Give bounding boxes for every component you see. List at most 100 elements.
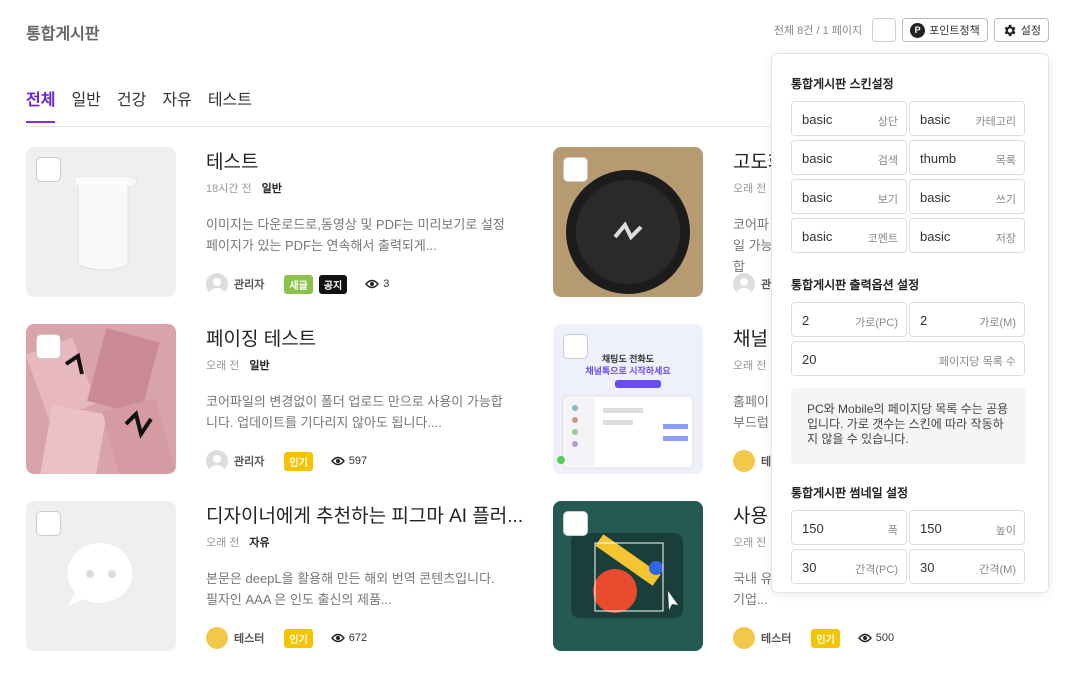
skin-save-field[interactable]: basic 저장 <box>909 218 1025 253</box>
skin-comment-field[interactable]: basic 코멘트 <box>791 218 907 253</box>
post-category: 일반 <box>249 360 270 372</box>
skin-list-field[interactable]: thumb 목록 <box>909 140 1025 175</box>
post-footer: 관리자 새글 공지 3 <box>206 273 389 295</box>
post-time: 오래 전 <box>206 537 240 549</box>
output-settings-title: 통합게시판 출력옵션 설정 <box>791 278 920 292</box>
eye-icon <box>330 633 345 643</box>
post-count: 전체 8건 / 1 페이지 <box>773 25 863 37</box>
post-excerpt: 홈페이 부드럽 <box>733 394 769 430</box>
post-time: 오래 전 <box>733 537 767 549</box>
post-thumbnail[interactable] <box>553 501 703 651</box>
eye-icon <box>330 456 345 466</box>
post-meta: 18시간 전 일반 <box>206 180 282 196</box>
post-category: 자유 <box>249 537 270 549</box>
post-thumbnail[interactable] <box>26 501 176 651</box>
avatar <box>206 627 228 649</box>
post-meta: 오래 전 자유 <box>206 534 270 550</box>
post-thumbnail[interactable] <box>26 147 176 297</box>
post-time: 18시간 전 <box>206 183 252 195</box>
post-title[interactable]: 채널 <box>733 324 768 351</box>
tab-general[interactable]: 일반 <box>71 86 100 122</box>
gear-icon <box>1004 24 1016 36</box>
point-icon: P <box>910 22 926 38</box>
board-page: 통합게시판 전체 8건 / 1 페이지 P 포인트정책 설정 전체 일반 건강 … <box>0 0 1075 679</box>
thumb-height-field[interactable]: 150 높이 <box>909 510 1025 545</box>
post-category: 일반 <box>261 183 282 195</box>
page-title: 통합게시판 <box>26 26 100 43</box>
hot-badge: 인기 <box>284 628 313 648</box>
post-meta: 오래 전 <box>733 357 766 373</box>
columns-mobile-field[interactable]: 2 가로(M) <box>909 302 1025 337</box>
post-title[interactable]: 테스트 <box>206 147 258 174</box>
post-checkbox[interactable] <box>36 334 61 359</box>
post-title[interactable]: 디자이너에게 추천하는 피그마 AI 플러... <box>206 501 523 528</box>
notice-badge: 공지 <box>318 274 348 294</box>
settings-panel: 통합게시판 스킨설정 basic 상단 basic 카테고리 basic 검색 thu… <box>771 53 1049 593</box>
post-time: 오래 전 <box>206 360 240 372</box>
post-thumbnail[interactable] <box>26 324 176 474</box>
avatar <box>206 450 228 472</box>
gap-mobile-field[interactable]: 30 간격(M) <box>909 549 1025 584</box>
post-author: 테 <box>761 456 772 468</box>
tab-health[interactable]: 건강 <box>117 86 146 122</box>
post-title[interactable]: 페이징 테스트 <box>206 324 316 351</box>
settings-button[interactable]: 설정 <box>993 18 1049 42</box>
post-thumbnail[interactable] <box>553 147 703 297</box>
skin-write-field[interactable]: basic 쓰기 <box>909 179 1025 214</box>
post-checkbox[interactable] <box>563 511 588 536</box>
skin-search-field[interactable]: basic 검색 <box>791 140 907 175</box>
post-meta: 오래 전 <box>733 180 766 196</box>
eye-icon <box>365 279 380 289</box>
post-card[interactable]: 디자이너에게 추천하는 피그마 AI 플러... 오래 전 자유 본문은 deep… <box>26 501 526 651</box>
post-checkbox[interactable] <box>563 334 588 359</box>
post-author: 테스터 <box>761 633 792 645</box>
post-checkbox[interactable] <box>36 157 61 182</box>
items-per-page-field[interactable]: 20 페이지당 목록 수 <box>791 341 1025 376</box>
post-excerpt: 코어파일의 변경없이 폴더 업로드 만으로 사용이 가능합니다. 업데이트를 기… <box>206 394 503 430</box>
eye-icon <box>857 633 872 643</box>
top-toolbar: 전체 8건 / 1 페이지 P 포인트정책 설정 <box>774 18 1049 42</box>
post-checkbox[interactable] <box>36 511 61 536</box>
gap-pc-field[interactable]: 30 간격(PC) <box>791 549 907 584</box>
post-meta: 오래 전 일반 <box>206 357 270 373</box>
view-count: 597 <box>330 455 367 467</box>
avatar <box>733 627 755 649</box>
point-policy-button[interactable]: P 포인트정책 <box>902 18 988 42</box>
tab-test[interactable]: 테스트 <box>208 86 252 122</box>
post-card[interactable]: 페이징 테스트 오래 전 일반 코어파일의 변경없이 폴더 업로드 만으로 사용이… <box>26 324 526 474</box>
post-excerpt: 본문은 deepL을 활용해 만든 해외 번역 콘텐츠입니다. 필자인 AAA … <box>206 571 495 607</box>
post-time: 오래 전 <box>733 360 767 372</box>
skin-settings-title: 통합게시판 스킨설정 <box>791 77 894 91</box>
post-author: 테스터 <box>234 633 265 645</box>
post-card[interactable]: 테스트 18시간 전 일반 이미지는 다운로드로,동영상 및 PDF는 미리보기로… <box>26 147 526 297</box>
tab-all[interactable]: 전체 <box>26 86 56 123</box>
post-checkbox[interactable] <box>563 157 588 182</box>
skin-header-field[interactable]: basic 상단 <box>791 101 907 136</box>
post-footer: 테스터 인기 672 <box>206 627 367 649</box>
post-title[interactable]: 사용 <box>733 501 768 528</box>
point-policy-label: 포인트정책 <box>929 25 980 37</box>
avatar <box>733 450 755 472</box>
hot-badge: 인기 <box>811 628 840 648</box>
post-excerpt: 이미지는 다운로드로,동영상 및 PDF는 미리보기로 설정페이지가 있는 PD… <box>206 217 505 253</box>
post-meta: 오래 전 <box>733 534 766 550</box>
post-author: 관리자 <box>234 456 265 468</box>
post-thumbnail[interactable]: 채팅도 전화도 채널톡으로 시작하세요 <box>553 324 703 474</box>
output-note: PC와 Mobile의 페이지당 목록 수는 공용입니다. 가로 갯수는 스킨에… <box>791 388 1026 464</box>
view-count: 3 <box>365 278 389 290</box>
post-author: 관리자 <box>234 279 265 291</box>
tab-free[interactable]: 자유 <box>162 86 191 122</box>
new-badge: 새글 <box>284 274 313 294</box>
avatar <box>206 273 228 295</box>
view-count: 500 <box>857 632 894 644</box>
post-footer: 관리자 인기 597 <box>206 450 367 472</box>
thumbnail-settings-title: 통합게시판 썸네일 설정 <box>791 486 909 500</box>
skin-view-field[interactable]: basic 보기 <box>791 179 907 214</box>
thumb-width-field[interactable]: 150 폭 <box>791 510 907 545</box>
skin-category-field[interactable]: basic 카테고리 <box>909 101 1025 136</box>
hot-badge: 인기 <box>284 451 313 471</box>
post-time: 오래 전 <box>733 183 767 195</box>
post-footer: 테스터 인기 500 <box>733 627 894 649</box>
select-all-checkbox[interactable] <box>872 18 897 42</box>
columns-pc-field[interactable]: 2 가로(PC) <box>791 302 907 337</box>
